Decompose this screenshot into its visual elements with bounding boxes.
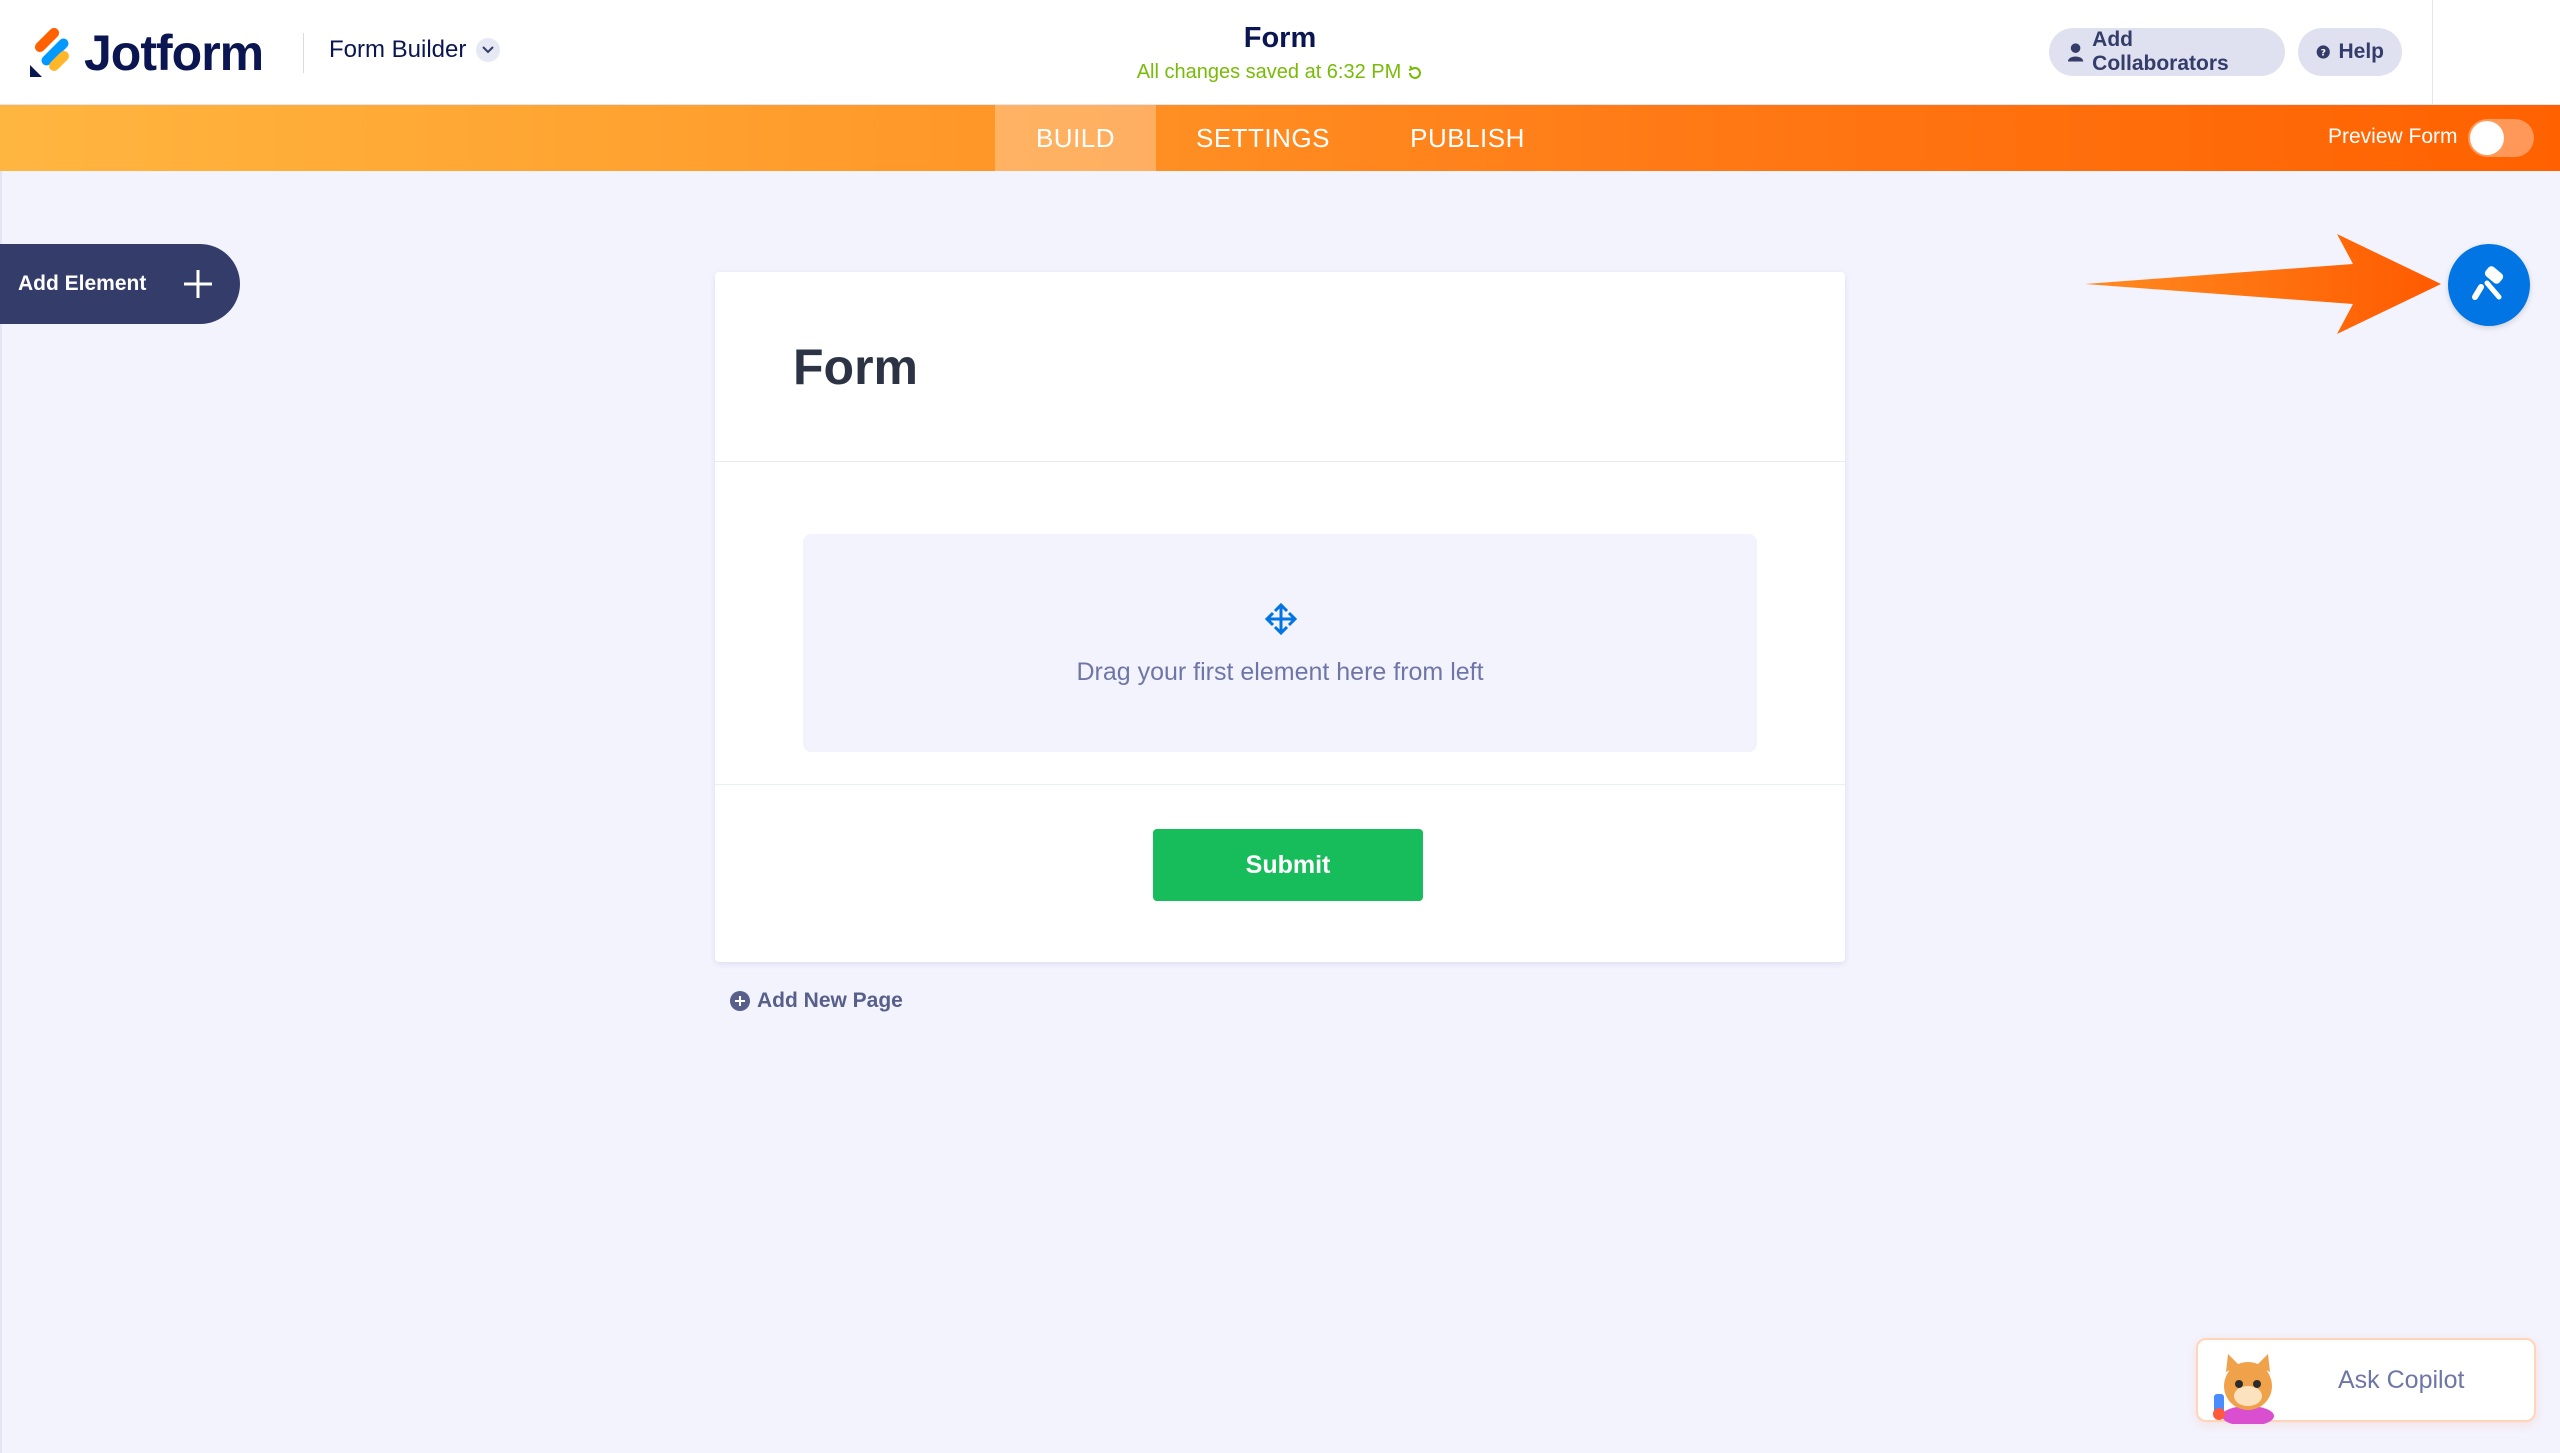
dropzone[interactable]: Drag your first element here from left (803, 534, 1757, 752)
form-title-area: Form All changes saved at 6:32 PM (1080, 22, 1480, 84)
svg-text:?: ? (2321, 47, 2326, 58)
move-icon (1264, 602, 1298, 636)
form-designer-button[interactable] (2448, 244, 2530, 326)
help-button[interactable]: ? Help (2298, 28, 2402, 76)
add-element-button[interactable]: Add Element (0, 244, 240, 324)
add-element-label: Add Element (18, 272, 147, 295)
header-divider-right (2432, 0, 2433, 104)
tab-settings[interactable]: SETTINGS (1170, 105, 1356, 171)
builder-navbar: BUILD SETTINGS PUBLISH Preview Form (0, 105, 2560, 171)
form-card: Form Drag your first element here from l… (715, 272, 1845, 962)
jotform-logo-icon (30, 27, 69, 77)
add-new-page-label: Add New Page (757, 989, 903, 1012)
form-title[interactable]: Form (1080, 22, 1480, 55)
brand-name: Jotform (84, 25, 264, 81)
save-status-text: All changes saved at 6:32 PM (1136, 61, 1402, 83)
paint-roller-icon (2472, 266, 2504, 300)
add-collaborators-label: Add Collaborators (2092, 28, 2229, 75)
chevron-down-icon (476, 38, 501, 62)
tab-build[interactable]: BUILD (995, 105, 1156, 171)
builder-switch[interactable]: Form Builder (329, 36, 501, 64)
form-header[interactable]: Form (715, 272, 1845, 462)
preview-form-toggle[interactable] (2468, 119, 2534, 157)
tab-publish[interactable]: PUBLISH (1380, 105, 1555, 171)
preview-form-label: Preview Form (2328, 125, 2458, 148)
top-header: Jotform Form Builder Form All changes sa… (0, 0, 2560, 105)
form-separator (715, 784, 1845, 785)
arrow-annotation-icon (2085, 234, 2441, 334)
jotform-logo[interactable]: Jotform (28, 24, 264, 82)
add-collaborators-button[interactable]: Add Collaborators (2049, 28, 2285, 76)
dropzone-text: Drag your first element here from left (1076, 658, 1484, 686)
submit-button[interactable]: Submit (1153, 829, 1423, 901)
add-circle-icon (730, 991, 750, 1011)
save-status: All changes saved at 6:32 PM (1137, 61, 1424, 84)
copilot-avatar-icon (2213, 1354, 2274, 1424)
left-edge (0, 171, 2, 1453)
help-label: Help (2338, 40, 2384, 63)
ask-copilot-label: Ask Copilot (2338, 1366, 2465, 1394)
plus-icon (184, 270, 212, 298)
builder-switch-label: Form Builder (329, 36, 467, 63)
refresh-icon (1408, 64, 1422, 79)
header-divider (303, 33, 304, 73)
add-new-page-button[interactable]: Add New Page (729, 989, 903, 1013)
user-icon (2067, 43, 2084, 62)
help-icon: ? (2316, 45, 2330, 59)
toggle-knob (2470, 121, 2504, 155)
form-heading[interactable]: Form (793, 338, 918, 396)
ask-copilot-button[interactable]: Ask Copilot (2196, 1338, 2536, 1424)
